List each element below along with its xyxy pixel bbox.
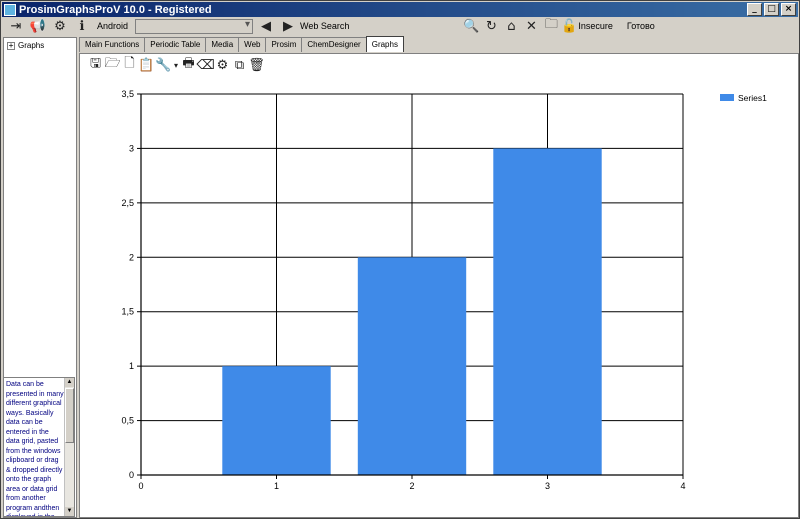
open-folder-icon[interactable]: 🗁 <box>104 56 120 72</box>
megaphone-icon[interactable]: 📢 <box>30 19 46 34</box>
page-status: Готово <box>626 21 655 31</box>
y-tick-label: 1 <box>129 361 134 371</box>
info-scrollbar[interactable]: ▲ ▼ <box>64 378 74 516</box>
x-tick-label: 0 <box>138 481 143 491</box>
security-status: Insecure <box>578 21 613 31</box>
x-tick-label: 1 <box>274 481 279 491</box>
tab-periodic-table[interactable]: Periodic Table <box>144 37 207 52</box>
minimize-button[interactable]: _ <box>747 3 762 16</box>
info-panel: Data can be presented in many different … <box>3 377 75 517</box>
tab-bar: Main Functions Periodic Table Media Web … <box>79 36 404 53</box>
title-bar: ProsimGraphsProV 10.0 - Registered _ □ × <box>2 2 798 17</box>
y-tick-label: 0 <box>129 470 134 480</box>
tab-graphs[interactable]: Graphs <box>365 36 404 52</box>
x-tick-label: 3 <box>545 481 550 491</box>
back-icon[interactable]: ◀ <box>259 19 273 34</box>
info-text: Data can be presented in many different … <box>6 381 64 516</box>
tree-item-label: Graphs <box>18 41 45 50</box>
new-document-icon[interactable]: 🗋 <box>122 56 137 72</box>
gear-icon[interactable]: ⚙ <box>215 58 230 73</box>
window-title: ProsimGraphsProV 10.0 - Registered <box>19 3 212 16</box>
y-tick-label: 2 <box>129 252 134 262</box>
settings-icon[interactable]: ⚙ <box>53 19 67 34</box>
app-window: ProsimGraphsProV 10.0 - Registered _ □ ×… <box>0 0 800 519</box>
print-icon[interactable]: 🖶 <box>181 56 196 72</box>
wrench-icon[interactable]: 🔧 <box>155 58 171 73</box>
tree-item-graphs[interactable]: + Graphs <box>7 41 44 50</box>
home-icon[interactable]: ⌂ <box>504 19 518 34</box>
graphs-panel: 🖫 🗁 🗋 📋 🔧 ▾ 🖶 ⌫ ⚙ ⧉ 🗑 0 0,5 1 1,5 2 2,5 3 3,5 0 1… <box>79 53 799 518</box>
tab-prosim[interactable]: Prosim <box>265 37 303 52</box>
y-tick-label: 1,5 <box>121 307 134 317</box>
save-icon[interactable]: 🖫 <box>88 56 103 72</box>
browser-combo[interactable] <box>135 18 254 34</box>
tab-web[interactable]: Web <box>238 37 267 52</box>
trash-icon[interactable]: 🗑 <box>248 58 265 73</box>
main-toolbar: ⇥ 📢 ⚙ ℹ Android ◀ ▶ Web Search 🔍 ↻ ⌂ ✕ 🗀… <box>3 17 799 35</box>
scroll-down-icon[interactable]: ▼ <box>65 507 74 516</box>
bar-chart: 0 0,5 1 1,5 2 2,5 3 3,5 0 1 2 3 4 Series1 <box>121 89 767 491</box>
search-icon[interactable]: 🔍 <box>463 19 479 34</box>
app-icon <box>4 3 16 16</box>
y-tick-label: 3 <box>129 143 134 153</box>
combo-label: Android <box>97 21 129 31</box>
close-button[interactable]: × <box>781 3 796 16</box>
unlock-icon: 🔓 <box>561 18 578 34</box>
y-tick-label: 2,5 <box>121 198 134 208</box>
export-icon[interactable]: ⧉ <box>232 58 247 73</box>
info-icon[interactable]: ℹ <box>75 19 89 34</box>
tab-main-functions[interactable]: Main Functions <box>79 37 146 52</box>
clipboard-icon[interactable]: 📋 <box>138 58 154 73</box>
scroll-up-icon[interactable]: ▲ <box>65 378 74 387</box>
tab-chemdesigner[interactable]: ChemDesigner <box>301 37 367 52</box>
graph-toolbar: 🖫 🗁 🗋 📋 🔧 ▾ 🖶 ⌫ ⚙ ⧉ 🗑 <box>88 56 265 73</box>
stop-icon[interactable]: ✕ <box>524 19 538 34</box>
legend-swatch <box>720 94 734 101</box>
legend-label: Series1 <box>738 93 767 103</box>
refresh-icon[interactable]: ↻ <box>484 19 498 34</box>
x-tick-label: 2 <box>409 481 414 491</box>
bar <box>357 257 467 475</box>
y-tick-label: 3,5 <box>121 89 134 99</box>
forward-icon[interactable]: ▶ <box>281 19 295 34</box>
x-tick-label: 4 <box>680 481 685 491</box>
wrench-dropdown-icon[interactable]: ▾ <box>173 58 179 72</box>
web-search-button[interactable]: Web Search <box>300 21 349 31</box>
exit-icon[interactable]: ⇥ <box>9 19 23 34</box>
expand-icon[interactable]: + <box>7 41 15 50</box>
tab-media[interactable]: Media <box>205 37 240 52</box>
eraser-icon[interactable]: ⌫ <box>196 58 214 73</box>
folder-icon[interactable]: 🗀 <box>544 17 558 33</box>
scroll-thumb[interactable] <box>65 388 74 443</box>
bar <box>493 148 602 475</box>
y-tick-label: 0,5 <box>121 416 134 426</box>
bar <box>222 366 331 475</box>
maximize-button[interactable]: □ <box>764 3 779 16</box>
